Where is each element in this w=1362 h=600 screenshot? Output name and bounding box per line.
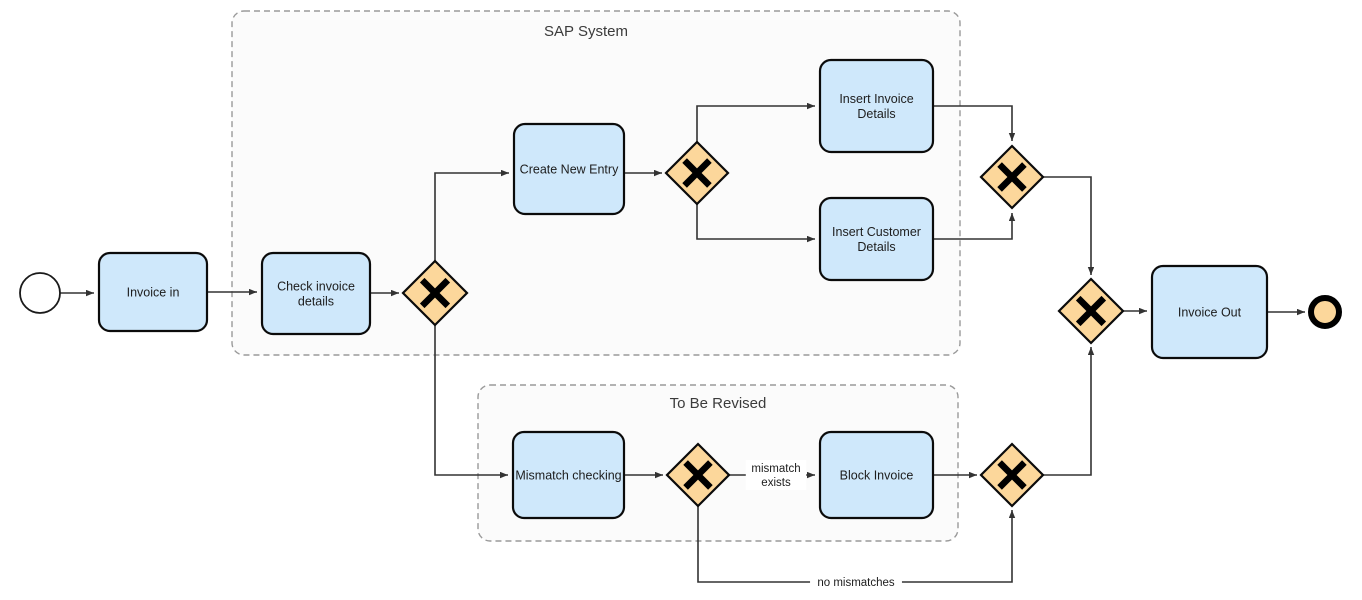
pool-title: To Be Revised xyxy=(670,395,767,412)
task-mismatch-checking[interactable]: Mismatch checking xyxy=(511,430,626,520)
task-label-line: Invoice in xyxy=(127,286,180,300)
end-event[interactable] xyxy=(1308,295,1342,329)
flow-label-line: no mismatches xyxy=(817,577,895,589)
task-label-line: Block Invoice xyxy=(840,469,914,483)
gw-merge-revised[interactable] xyxy=(979,442,1045,508)
task-create-new-entry[interactable]: Create New Entry xyxy=(512,122,626,216)
task-box[interactable] xyxy=(818,58,935,154)
flow-label-line: exists xyxy=(761,477,791,489)
flow-merge-sap-to-final xyxy=(1043,176,1095,275)
start-event[interactable] xyxy=(19,272,61,314)
task-label-line: Insert Invoice xyxy=(839,92,913,106)
task-label: Invoice in xyxy=(127,286,180,300)
task-label-line: Details xyxy=(857,107,895,121)
end-event-circle[interactable] xyxy=(1308,295,1342,329)
flow-merge-revised-to-final xyxy=(1043,347,1095,476)
task-label-line: Insert Customer xyxy=(832,225,921,239)
task-box[interactable] xyxy=(260,251,372,336)
flow-label: no mismatches xyxy=(817,577,895,589)
task-label: Create New Entry xyxy=(520,163,619,177)
bpmn-canvas: SAP System To Be Revised Invoice in Check … xyxy=(0,0,1362,600)
task-label: Block Invoice xyxy=(840,469,914,483)
pool-title: SAP System xyxy=(544,23,628,40)
gw-merge-sap[interactable] xyxy=(979,144,1045,210)
task-label-line: details xyxy=(298,295,334,309)
task-label: Mismatch checking xyxy=(515,469,621,483)
task-label: Invoice Out xyxy=(1178,306,1242,320)
task-label-line: Details xyxy=(857,240,895,254)
task-invoice-out[interactable]: Invoice Out xyxy=(1150,264,1269,360)
bpmn-diagram-root: SAP System To Be Revised Invoice in Check … xyxy=(0,0,1362,600)
start-event-circle[interactable] xyxy=(19,272,61,314)
task-label-line: Check invoice xyxy=(277,280,355,294)
task-box[interactable] xyxy=(818,196,935,282)
flow-label-line: mismatch xyxy=(751,463,800,475)
task-block-invoice[interactable]: Block Invoice xyxy=(818,430,935,520)
task-insert-customer[interactable]: Insert Customer Details xyxy=(818,196,935,282)
task-insert-invoice[interactable]: Insert Invoice Details xyxy=(818,58,935,154)
task-label-line: Invoice Out xyxy=(1178,306,1242,320)
task-check-invoice[interactable]: Check invoice details xyxy=(260,251,372,336)
gw-merge-final[interactable] xyxy=(1057,277,1125,345)
task-label-line: Create New Entry xyxy=(520,163,619,177)
task-label-line: Mismatch checking xyxy=(515,469,621,483)
task-invoice-in[interactable]: Invoice in xyxy=(97,251,209,333)
